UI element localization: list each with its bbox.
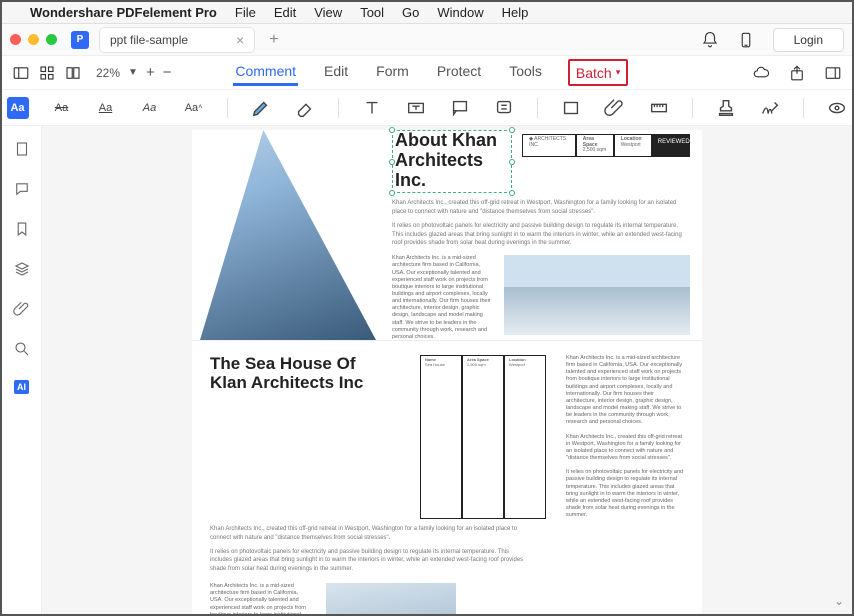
separator [537,98,538,118]
zoom-out-button[interactable]: − [163,64,172,81]
panel-toggle-icon[interactable] [824,64,842,82]
separator [692,98,693,118]
highlight-text-icon[interactable]: Aa [7,97,29,119]
body-text: It relies on photovoltaic panels for ele… [210,548,530,573]
tabbar: P ppt file-sample × + Login [2,24,852,56]
left-sidebar: AI [2,126,42,614]
textbox-icon[interactable] [405,97,427,119]
minimize-window-icon[interactable] [28,34,39,45]
text-tool-icon[interactable] [361,97,383,119]
close-window-icon[interactable] [10,34,21,45]
reviewed-stamp: REVIEWED [652,134,690,157]
tab-comment[interactable]: Comment [233,59,298,86]
search-panel-icon[interactable] [13,340,31,358]
mac-menubar: Wondershare PDFelement Pro File Edit Vie… [2,2,852,24]
callout-icon[interactable] [449,97,471,119]
share-icon[interactable] [788,64,806,82]
maximize-window-icon[interactable] [46,34,57,45]
topbar: 22% ▼ + − Comment Edit Form Protect Tool… [2,56,852,90]
bell-icon[interactable] [701,31,719,49]
tab-tools[interactable]: Tools [507,59,544,86]
squiggle-icon[interactable]: Aa [139,97,161,119]
body-text: Khan Architects Inc. is a mid-sized arch… [566,355,684,519]
menu-window[interactable]: Window [437,5,483,20]
layers-panel-icon[interactable] [13,260,31,278]
pdf-page: About KhanArchitects Inc. ◆ ARCHITECTS I… [192,130,702,614]
zoom-dropdown-icon[interactable]: ▼ [128,67,138,78]
zoom-value[interactable]: 22% [96,66,120,80]
document-viewport[interactable]: About KhanArchitects Inc. ◆ ARCHITECTS I… [42,126,852,614]
traffic-lights [10,34,57,45]
ai-panel-icon[interactable]: AI [14,380,29,394]
highlighter-icon[interactable] [250,97,272,119]
rectangle-icon[interactable] [560,97,582,119]
body-text: Khan Architects Inc., created this off-g… [210,525,530,542]
info-box: ◆ ARCHITECTS INC. [522,134,576,157]
separator [338,98,339,118]
signin-button[interactable]: Login [773,28,844,52]
close-tab-icon[interactable]: × [236,32,244,48]
separator [803,98,804,118]
eraser-icon[interactable] [294,97,316,119]
comments-panel-icon[interactable] [13,180,31,198]
measure-icon[interactable] [648,97,670,119]
menu-tool[interactable]: Tool [360,5,384,20]
comment-toolbar: Aa Aa Aa Aa Aa˄ [2,90,852,126]
menu-edit[interactable]: Edit [274,5,296,20]
show-comments-icon[interactable] [826,97,848,119]
thumbnails-panel-icon[interactable] [13,140,31,158]
main-area: AI About KhanArchitects Inc. [2,126,852,614]
cloud-icon[interactable] [752,64,770,82]
menu-view[interactable]: View [314,5,342,20]
heading: The Sea House OfKlan Architects Inc [210,355,400,519]
menu-go[interactable]: Go [402,5,419,20]
body-text: Khan Architects Inc. is a mid-sized arch… [210,583,310,614]
strikethrough-icon[interactable]: Aa [51,97,73,119]
stamp-icon[interactable] [715,97,737,119]
building-image [326,583,456,614]
body-text: Khan Architects Inc. is a mid-sized arch… [392,255,492,341]
reading-mode-icon[interactable] [64,64,82,82]
selected-text-box[interactable]: About KhanArchitects Inc. [392,130,512,193]
note-icon[interactable] [493,97,515,119]
zoom-in-button[interactable]: + [146,64,155,81]
phone-icon[interactable] [737,31,755,49]
info-box: Area Space2,500 sqm [576,134,614,157]
tab-protect[interactable]: Protect [435,59,483,86]
app-logo-icon: P [71,31,89,49]
zoom-control: 22% ▼ + − [96,64,171,81]
caret-icon[interactable]: Aa˄ [183,97,205,119]
attachment-icon[interactable] [604,97,626,119]
bookmarks-panel-icon[interactable] [13,220,31,238]
tab-title: ppt file-sample [110,33,188,47]
app-name[interactable]: Wondershare PDFelement Pro [30,5,217,20]
signature-icon[interactable] [759,97,781,119]
new-tab-button[interactable]: + [269,31,278,49]
document-tab[interactable]: ppt file-sample × [99,27,255,53]
body-text: It relies on photovoltaic panels for ele… [392,222,690,247]
scroll-down-icon[interactable]: ⌄ [834,594,844,608]
info-box: LocationWestport [614,134,652,157]
info-boxes: NameSea House Area Space2,500 sqm Locati… [420,355,546,519]
building-image [200,130,376,340]
attachments-panel-icon[interactable] [13,300,31,318]
main-menu-tabs: Comment Edit Form Protect Tools Batch▾ [233,59,628,86]
thumbnails-icon[interactable] [38,64,56,82]
body-text: Khan Architects Inc., created this off-g… [392,199,690,216]
sidebar-toggle-icon[interactable] [12,64,30,82]
tab-form[interactable]: Form [374,59,411,86]
underline-icon[interactable]: Aa [95,97,117,119]
tab-batch[interactable]: Batch▾ [568,59,628,86]
menu-help[interactable]: Help [502,5,529,20]
tab-edit[interactable]: Edit [322,59,350,86]
separator [227,98,228,118]
building-image [504,255,690,335]
menu-file[interactable]: File [235,5,256,20]
